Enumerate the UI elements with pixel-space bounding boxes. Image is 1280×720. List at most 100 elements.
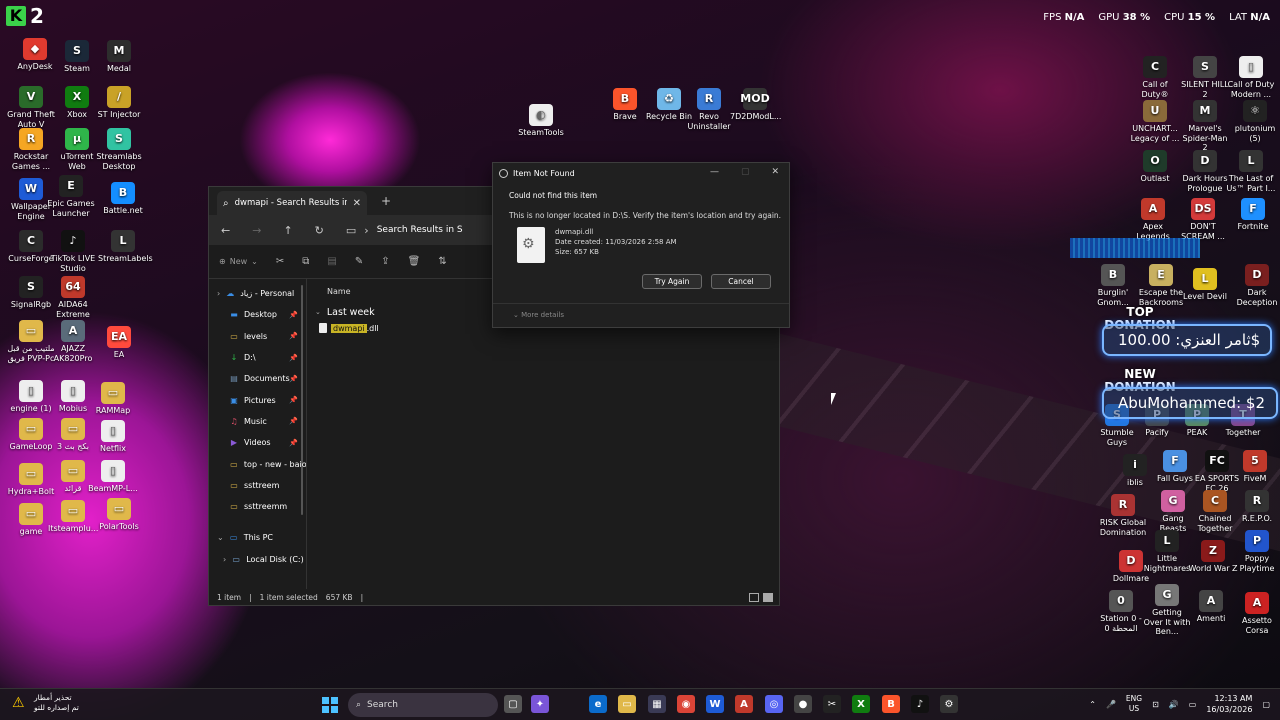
desktop-shortcut[interactable]: B Brave [600,88,650,122]
volume-icon[interactable]: 🔊 [1169,700,1179,709]
taskbar-search[interactable]: ⌕ Search [348,693,498,717]
desktop-shortcut[interactable]: A Assetto Corsa [1232,592,1280,635]
desktop-shortcut[interactable]: E Epic Games Launcher [46,175,96,218]
desktop-shortcut[interactable]: D Dark Deception [1232,264,1280,307]
settings-icon[interactable]: ⚙ [940,695,958,713]
more-details-toggle[interactable]: ⌄ More details [513,311,564,319]
desktop-shortcut[interactable]: S SILENT HILL 2 [1180,56,1230,99]
desktop-shortcut[interactable]: E Escape the Backrooms [1136,264,1186,307]
rename-icon[interactable]: ✎ [355,256,363,267]
paste-icon[interactable]: ▤ [327,256,336,267]
nav-item-this-pc[interactable]: ⌄ ▭ This PC [209,527,306,548]
desktop-shortcut[interactable]: G Getting Over It with Ben... [1142,584,1192,637]
capcut-icon[interactable]: ✂ [823,695,841,713]
cancel-button[interactable]: Cancel [711,274,771,289]
new-button[interactable]: ⊕ New ⌄ [219,257,258,266]
desktop-shortcut[interactable]: U UNCHART... Legacy of ... [1130,100,1180,143]
desktop-shortcut[interactable]: S Streamlabs Desktop [94,128,144,171]
desktop-shortcut[interactable]: ▯ BeamMP-L... [88,460,138,494]
desktop-shortcut[interactable]: R RISK Global Domination [1098,494,1148,537]
desktop-shortcut[interactable]: L Level Devil [1180,268,1230,302]
share-icon[interactable]: ⇪ [381,256,389,267]
notifications-icon[interactable]: ▢ [1262,700,1270,709]
xbox-icon[interactable]: X [852,695,870,713]
desktop-shortcut[interactable]: Z World War Z [1188,540,1238,574]
chevron-right-icon[interactable]: › [223,555,226,564]
chevron-up-icon[interactable]: ⌃ [1089,700,1096,709]
minimize-icon[interactable]: — [710,167,719,177]
tiktok-icon[interactable]: ♪ [911,695,929,713]
desktop-shortcut[interactable]: ▭ Itsteamplu... [48,500,98,534]
desktop-shortcut[interactable]: D Dollmare [1106,550,1156,584]
delete-icon[interactable]: 🗑 [408,256,421,267]
close-tab-icon[interactable]: ✕ [353,198,361,209]
nav-item[interactable]: ▭ levels 📌 [209,326,306,347]
sort-icon[interactable]: ⇅ [438,256,446,267]
copy-icon[interactable]: ⧉ [302,256,309,267]
microphone-icon[interactable]: 🎤 [1106,700,1116,709]
chrome-icon[interactable]: ◉ [677,695,695,713]
desktop-shortcut[interactable]: P Poppy Playtime [1232,530,1280,573]
new-tab-button[interactable]: + [381,194,391,208]
desktop-shortcut[interactable]: 5 FiveM [1230,450,1280,484]
desktop-shortcut[interactable]: EA EA [94,326,144,360]
clock[interactable]: 12:13 AM 16/03/2026 [1206,693,1252,715]
chevron-down-icon[interactable]: ⌄ [217,533,224,542]
back-arrow-icon[interactable]: ← [221,224,230,237]
address-path[interactable]: ▭ › Search Results in S [346,224,463,237]
cut-icon[interactable]: ✂ [276,256,284,267]
nav-item[interactable]: ▤ Documents 📌 [209,368,306,389]
desktop-shortcut[interactable]: DS DON'T SCREAM ... [1178,198,1228,241]
desktop-shortcut[interactable]: A AJAZZ AK820Pro [48,320,98,363]
desktop-shortcut[interactable]: F Fortnite [1228,198,1278,232]
chevron-right-icon[interactable]: › [217,289,220,298]
desktop-shortcut[interactable]: A Apex Legends [1128,198,1178,241]
nav-item[interactable]: ↓ D:\ 📌 [209,347,306,368]
desktop-shortcut[interactable]: L The Last of Us™ Part I... [1226,150,1276,193]
start-button[interactable] [322,697,338,713]
desktop-shortcut[interactable]: ◐ SteamTools [516,104,566,138]
nav-item[interactable]: ▭ top - new - baio [209,453,306,474]
desktop-shortcut[interactable]: M Medal [94,40,144,74]
desktop-shortcut[interactable]: MOD 7D2DModL... [730,88,781,122]
desktop-shortcut[interactable]: ▯ Call of Duty Modern ... [1226,56,1276,99]
try-again-button[interactable]: Try Again [642,274,702,289]
language-indicator[interactable]: ENG US [1126,694,1142,714]
file-explorer-icon[interactable]: ▭ [618,695,636,713]
up-arrow-icon[interactable]: ↑ [283,224,292,237]
desktop-shortcut[interactable]: C Call of Duty® [1130,56,1180,99]
edge-icon[interactable]: e [589,695,607,713]
wallpaper-engine-icon[interactable]: W [706,695,724,713]
nav-item[interactable]: ▣ Pictures 📌 [209,389,306,410]
weather-widget[interactable]: ⚠ تحذير أمطار تم إصداره للتو [12,693,79,713]
nav-item[interactable]: ♫ Music 📌 [209,411,306,432]
explorer-tab[interactable]: ⌕ dwmapi - Search Results in S ✕ [217,191,367,215]
nav-item[interactable]: ▭ ssttreemm [209,496,306,517]
battery-icon[interactable]: ▭ [1189,700,1197,709]
desktop-shortcut[interactable]: R Rockstar Games ... [6,128,56,171]
desktop-shortcut[interactable]: 0 Station 0 - المحطة 0 [1096,590,1146,633]
desktop-shortcut[interactable]: V Grand Theft Auto V [6,86,56,129]
desktop-shortcut[interactable]: A Amenti [1186,590,1236,624]
app-a-icon[interactable]: A [735,695,753,713]
desktop-shortcut[interactable]: D Dark Hours Prologue [1180,150,1230,193]
desktop-shortcut[interactable]: L StreamLabels [98,230,153,264]
desktop-shortcut[interactable]: ♪ TikTok LIVE Studio [48,230,98,273]
desktop-shortcut[interactable]: R Revo Uninstaller [684,88,734,131]
discord-icon[interactable]: ◎ [765,695,783,713]
network-icon[interactable]: ⊡ [1152,700,1159,709]
desktop-shortcut[interactable]: 64 AIDA64 Extreme [48,276,98,319]
nav-item[interactable]: ▬ Desktop 📌 [209,304,306,325]
desktop-shortcut[interactable]: ▭ RAMMap [88,382,138,416]
desktop-shortcut[interactable]: R R.E.P.O. [1232,490,1280,524]
desktop-shortcut[interactable]: O Outlast [1130,150,1180,184]
desktop-shortcut[interactable]: B Battle.net [98,182,148,216]
desktop-shortcut[interactable]: ⚛ plutonium (5) [1230,100,1280,143]
nav-item[interactable]: ▭ ssttreem [209,475,306,496]
forward-arrow-icon[interactable]: → [252,224,261,237]
desktop-shortcut[interactable]: B Burglin' Gnom... [1088,264,1138,307]
tiles-view-icon[interactable] [763,592,773,602]
nav-item[interactable]: › ☁ زياد - Personal [209,283,306,304]
obs-icon[interactable]: ● [794,695,812,713]
details-view-icon[interactable] [749,592,759,602]
